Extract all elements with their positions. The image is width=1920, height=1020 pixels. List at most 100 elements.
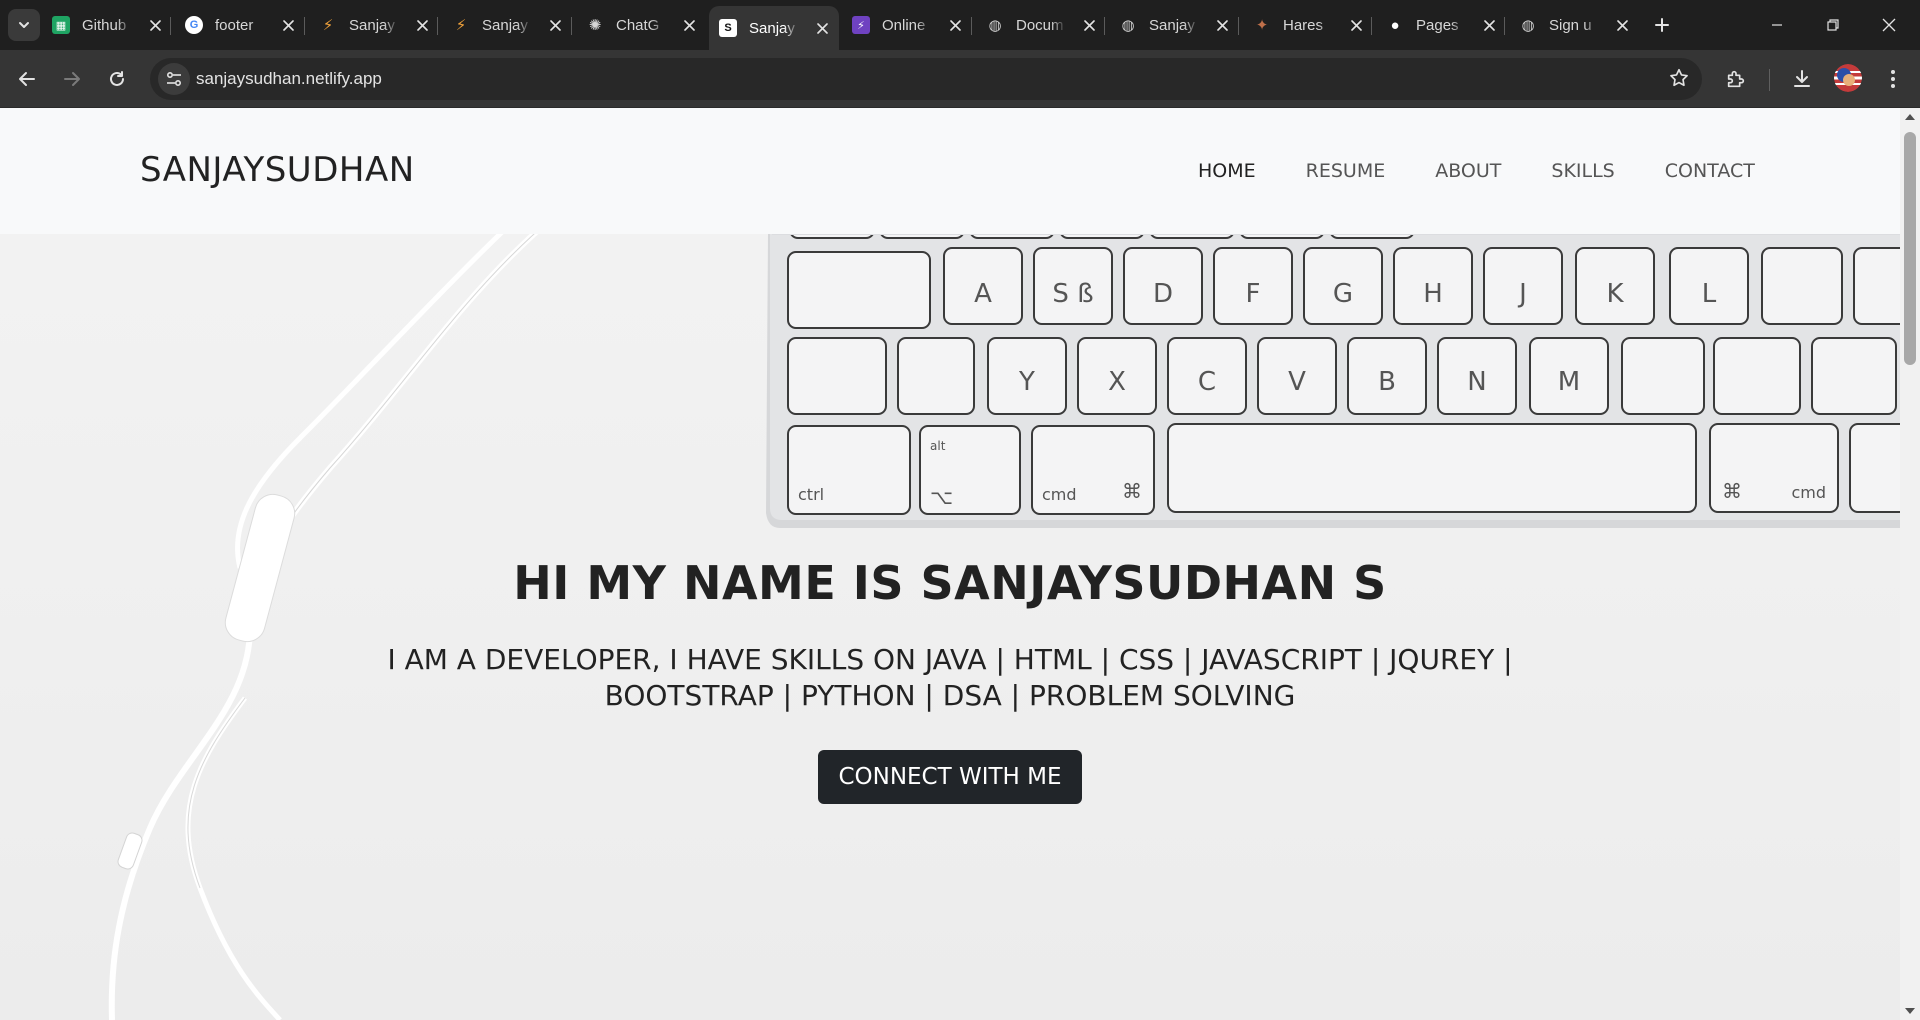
tab-separator xyxy=(1504,17,1505,35)
close-icon xyxy=(1882,18,1896,32)
kebab-menu-icon xyxy=(1891,70,1895,88)
scroll-up-arrow-icon[interactable] xyxy=(1905,114,1915,120)
close-window-button[interactable] xyxy=(1866,0,1912,50)
downloads-button[interactable] xyxy=(1786,63,1818,95)
nav-contact[interactable]: CONTACT xyxy=(1665,160,1755,182)
restore-button[interactable] xyxy=(1810,0,1856,50)
tab-close-icon[interactable] xyxy=(946,16,964,34)
google-icon: G xyxy=(185,16,203,34)
new-tab-button[interactable] xyxy=(1648,11,1676,39)
arrow-right-icon xyxy=(64,72,80,86)
site-info-button[interactable] xyxy=(158,63,190,95)
browser-tab[interactable]: ◍ Sign u xyxy=(1509,8,1639,42)
connect-button[interactable]: CONNECT WITH ME xyxy=(818,750,1082,804)
tab-title: Pages xyxy=(1416,16,1459,34)
tab-close-icon[interactable] xyxy=(1213,16,1231,34)
nav-home[interactable]: HOME xyxy=(1198,160,1256,182)
tab-close-icon[interactable] xyxy=(1613,16,1631,34)
browser-tab[interactable]: S Sanjay xyxy=(709,6,839,50)
tab-close-icon[interactable] xyxy=(1480,16,1498,34)
browser-tabstrip: ▦ Github Gfooter ⚡ Sanjay ⚡ Sanjay ✺ ChatG S Sanja… xyxy=(0,0,1920,50)
star-icon xyxy=(1670,68,1688,87)
tab-close-icon[interactable] xyxy=(413,16,431,34)
tab-title: ChatG xyxy=(616,16,660,34)
alt-symbol: ⌥ xyxy=(930,485,953,509)
tab-close-icon[interactable] xyxy=(680,16,698,34)
site-icon: ⚡ xyxy=(455,17,467,34)
tab-separator xyxy=(170,17,171,35)
tab-close-icon[interactable] xyxy=(279,16,297,34)
reload-button[interactable] xyxy=(101,63,133,95)
letter-7-key-label: K xyxy=(1606,279,1624,309)
tab-separator xyxy=(571,17,572,35)
site-nav-links: HOME RESUME ABOUT SKILLS CONTACT xyxy=(1198,160,1805,182)
alt-key-label: alt xyxy=(930,439,946,453)
browser-tab[interactable]: ● Pages xyxy=(1376,8,1506,42)
caps-key xyxy=(787,251,931,329)
browser-tab[interactable]: ◍ Docum xyxy=(976,8,1106,42)
tab-separator xyxy=(1371,17,1372,35)
site-icon: ⚡ xyxy=(322,17,334,34)
back-button[interactable] xyxy=(11,63,43,95)
letter2-4-key-label: B xyxy=(1378,367,1396,397)
nav-skills[interactable]: SKILLS xyxy=(1551,160,1614,182)
restore-icon xyxy=(1827,19,1839,31)
tab-search-button[interactable] xyxy=(8,9,40,41)
browser-toolbar: sanjaysudhan.netlify.app xyxy=(0,50,1920,108)
tab-close-icon[interactable] xyxy=(146,16,164,34)
nav-resume[interactable]: RESUME xyxy=(1306,160,1386,182)
hero-section: HI MY NAME IS SANJAYSUDHAN S I AM A DEVE… xyxy=(0,556,1900,804)
nav-about[interactable]: ABOUT xyxy=(1435,160,1501,182)
letter2-1-key-label: X xyxy=(1108,367,1126,397)
tab-separator xyxy=(304,17,305,35)
site-brand[interactable]: SANJAYSUDHAN xyxy=(140,150,415,190)
tab-close-icon[interactable] xyxy=(1347,16,1365,34)
toolbar-divider xyxy=(1769,69,1770,91)
browser-tab[interactable]: ⚡ Online xyxy=(842,8,972,42)
ctrl-key-label: ctrl xyxy=(798,485,824,504)
url-text[interactable]: sanjaysudhan.netlify.app xyxy=(196,69,382,89)
letter2-2-key-label: C xyxy=(1198,367,1216,397)
letter-5-key-label: H xyxy=(1423,279,1443,309)
cmd-right-symbol: ⌘ xyxy=(1722,479,1742,503)
tab-close-icon[interactable] xyxy=(546,16,564,34)
scrollbar-thumb[interactable] xyxy=(1904,132,1916,365)
tab-separator xyxy=(1104,17,1105,35)
browser-tab[interactable]: ⚡ Sanjay xyxy=(309,8,439,42)
download-icon xyxy=(1794,70,1810,87)
tab-separator xyxy=(1238,17,1239,35)
scroll-down-arrow-icon[interactable] xyxy=(1905,1008,1915,1014)
letter-2-key-label: D xyxy=(1153,279,1173,309)
space-key xyxy=(1167,423,1697,513)
tab-close-icon[interactable] xyxy=(1080,16,1098,34)
letter-6-key-label: J xyxy=(1517,279,1527,309)
bookmark-star-button[interactable] xyxy=(1668,67,1690,94)
browser-tab[interactable]: Gfooter xyxy=(175,8,305,42)
cmd-left-key-label: cmd xyxy=(1042,485,1077,504)
letter-4-key-label: G xyxy=(1333,279,1353,309)
browser-tab[interactable]: ▦ Github xyxy=(42,8,172,42)
page-scrollbar[interactable] xyxy=(1900,108,1920,1020)
chrome-menu-button[interactable] xyxy=(1877,63,1909,95)
section-key xyxy=(1853,247,1900,325)
globe-icon: ◍ xyxy=(1121,17,1135,34)
page-viewport: A S ß D F G H J K L Y X C V B N Mctrl alt ⌥ cmd ⌘ cmd ⌘ SANJA… xyxy=(0,108,1900,1020)
tab-close-icon[interactable] xyxy=(813,19,831,37)
tab-title: Hares xyxy=(1283,16,1324,34)
chatgpt-icon: ✺ xyxy=(588,17,602,34)
minimize-icon xyxy=(1772,24,1782,26)
tab-title: Sign u xyxy=(1549,16,1592,34)
browser-tab[interactable]: ✦ Hares xyxy=(1243,8,1373,42)
letter2-3-key-label: V xyxy=(1288,367,1306,397)
minimize-button[interactable] xyxy=(1754,0,1800,50)
forward-button[interactable] xyxy=(56,63,88,95)
person-icon: ✦ xyxy=(1255,17,1269,34)
address-bar[interactable]: sanjaysudhan.netlify.app xyxy=(150,58,1702,100)
profile-avatar[interactable] xyxy=(1834,64,1862,92)
browser-tab[interactable]: ✺ ChatG xyxy=(576,8,706,42)
tab-title: Sanjay xyxy=(482,16,528,34)
comma-key xyxy=(1621,337,1705,415)
extensions-button[interactable] xyxy=(1720,63,1752,95)
browser-tab[interactable]: ⚡ Sanjay xyxy=(442,8,572,42)
browser-tab[interactable]: ◍ Sanjay xyxy=(1109,8,1239,42)
